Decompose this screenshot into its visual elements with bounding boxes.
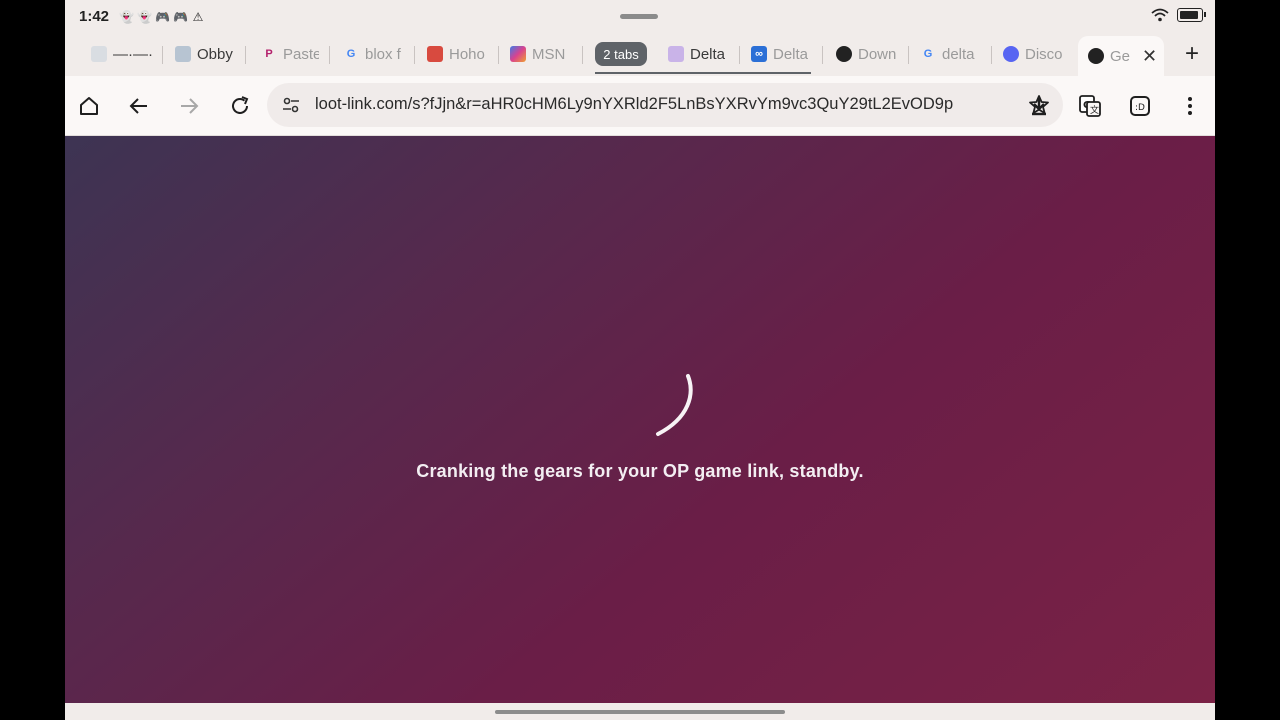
tab-separator <box>822 46 823 64</box>
download-icon <box>1032 98 1046 116</box>
tab-item[interactable]: —·—· <box>91 40 155 68</box>
drag-handle[interactable] <box>620 14 658 19</box>
roblox-icon <box>91 46 107 62</box>
download-button[interactable] <box>1024 91 1054 121</box>
tab-item[interactable]: G delta <box>920 40 982 68</box>
home-icon <box>80 97 98 115</box>
tab-item[interactable]: P Paste <box>261 40 319 68</box>
tab-separator <box>908 46 909 64</box>
site-settings-icon[interactable] <box>281 95 301 115</box>
msn-icon <box>510 46 526 62</box>
tab-label: Disco <box>1025 45 1063 63</box>
forward-button[interactable] <box>174 91 204 121</box>
new-tab-button[interactable]: + <box>1177 40 1207 68</box>
system-indicators <box>1151 8 1206 22</box>
tab-separator <box>329 46 330 64</box>
tab-separator <box>991 46 992 64</box>
tab-item[interactable]: Down <box>836 40 900 68</box>
tab-item[interactable]: ∞ Delta <box>751 40 811 68</box>
globe-icon <box>1088 48 1104 64</box>
browser-toolbar: loot-link.com/s?fJjn&r=aHR0cHM6Ly9nYXRld… <box>65 76 1215 136</box>
more-vert-icon <box>1188 97 1192 115</box>
tab-item-active[interactable]: Ge ✕ <box>1078 36 1164 76</box>
delta-icon <box>668 46 684 62</box>
tab-label: delta <box>942 45 975 63</box>
close-icon[interactable]: ✕ <box>1142 46 1157 67</box>
notification-icons: 👻 👻 🎮 🎮 ⚠ <box>119 8 205 26</box>
roblox-icon <box>175 46 191 62</box>
loading-message: Cranking the gears for your OP game link… <box>416 461 864 481</box>
snapchat-icon: 👻 <box>119 10 134 24</box>
translate-icon: G 文 <box>1079 95 1101 117</box>
tab-label: Delta <box>773 45 809 63</box>
wifi-icon <box>1151 8 1169 22</box>
tab-label: MSN <box>532 45 566 63</box>
tab-label: Ge <box>1110 47 1131 65</box>
tab-item[interactable]: G blox f <box>343 40 401 68</box>
tab-separator <box>162 46 163 64</box>
back-arrow-icon <box>129 98 147 114</box>
tab-label: Paste <box>283 45 319 63</box>
tab-separator <box>245 46 246 64</box>
svg-text:文: 文 <box>1090 104 1099 116</box>
google-icon: G <box>923 48 933 60</box>
tab-separator <box>414 46 415 64</box>
page-content: Cranking the gears for your OP game link… <box>65 136 1215 703</box>
status-time: 1:42 <box>79 8 110 25</box>
delta-icon: ∞ <box>751 46 767 62</box>
pastebin-icon: P <box>265 48 273 60</box>
reload-icon <box>232 96 249 114</box>
tab-item[interactable]: Hoho <box>427 40 489 68</box>
home-indicator[interactable] <box>495 710 785 714</box>
globe-icon <box>836 46 852 62</box>
discord-icon <box>1003 46 1019 62</box>
warning-icon: ⚠ <box>192 10 204 24</box>
tab-separator <box>582 46 583 64</box>
navigation-bar <box>65 703 1215 720</box>
hoho-icon <box>427 46 443 62</box>
tab-label: Down <box>858 45 897 63</box>
tab-strip: —·—· Obby P Paste G blox f Hoho MSN 2 ta… <box>65 34 1215 76</box>
tab-separator <box>739 46 740 64</box>
address-bar[interactable]: loot-link.com/s?fJjn&r=aHR0cHM6Ly9nYXRld… <box>267 83 1063 127</box>
tab-group-chip[interactable]: 2 tabs <box>595 42 647 66</box>
game-controller-icon: 🎮 <box>155 10 170 24</box>
tablet-screen: 1:42 👻 👻 🎮 🎮 ⚠ —·—· Obby P Paste G blox … <box>65 0 1215 720</box>
tab-item[interactable]: Disco <box>1003 40 1065 68</box>
game-controller-icon: 🎮 <box>173 10 188 24</box>
reload-button[interactable] <box>225 91 255 121</box>
url-text[interactable]: loot-link.com/s?fJjn&r=aHR0cHM6Ly9nYXRld… <box>315 95 1005 114</box>
back-button[interactable] <box>124 91 154 121</box>
battery-icon <box>1177 8 1206 22</box>
home-button[interactable] <box>74 91 104 121</box>
tab-switcher-button[interactable]: :D <box>1125 91 1155 121</box>
tab-separator <box>498 46 499 64</box>
tab-group-underline <box>595 72 811 74</box>
discord-tab-icon: :D <box>1130 96 1150 116</box>
tab-item[interactable]: Obby <box>175 40 235 68</box>
tab-label: Obby <box>197 45 233 63</box>
tab-label: Delta <box>690 45 726 63</box>
forward-arrow-icon <box>181 98 199 114</box>
menu-button[interactable] <box>1175 91 1205 121</box>
loading-spinner-icon <box>656 374 693 436</box>
status-bar: 1:42 👻 👻 🎮 🎮 ⚠ <box>65 0 1215 34</box>
tab-label: —·—· <box>113 45 153 63</box>
tab-item[interactable]: Delta <box>668 40 730 68</box>
svg-text::D: :D <box>1135 103 1145 113</box>
tab-item[interactable]: MSN <box>510 40 572 68</box>
snapchat-icon: 👻 <box>137 10 152 24</box>
tab-label: blox f <box>365 45 401 63</box>
translate-button[interactable]: G 文 <box>1075 91 1105 121</box>
google-icon: G <box>346 48 356 60</box>
tab-label: Hoho <box>449 45 485 63</box>
